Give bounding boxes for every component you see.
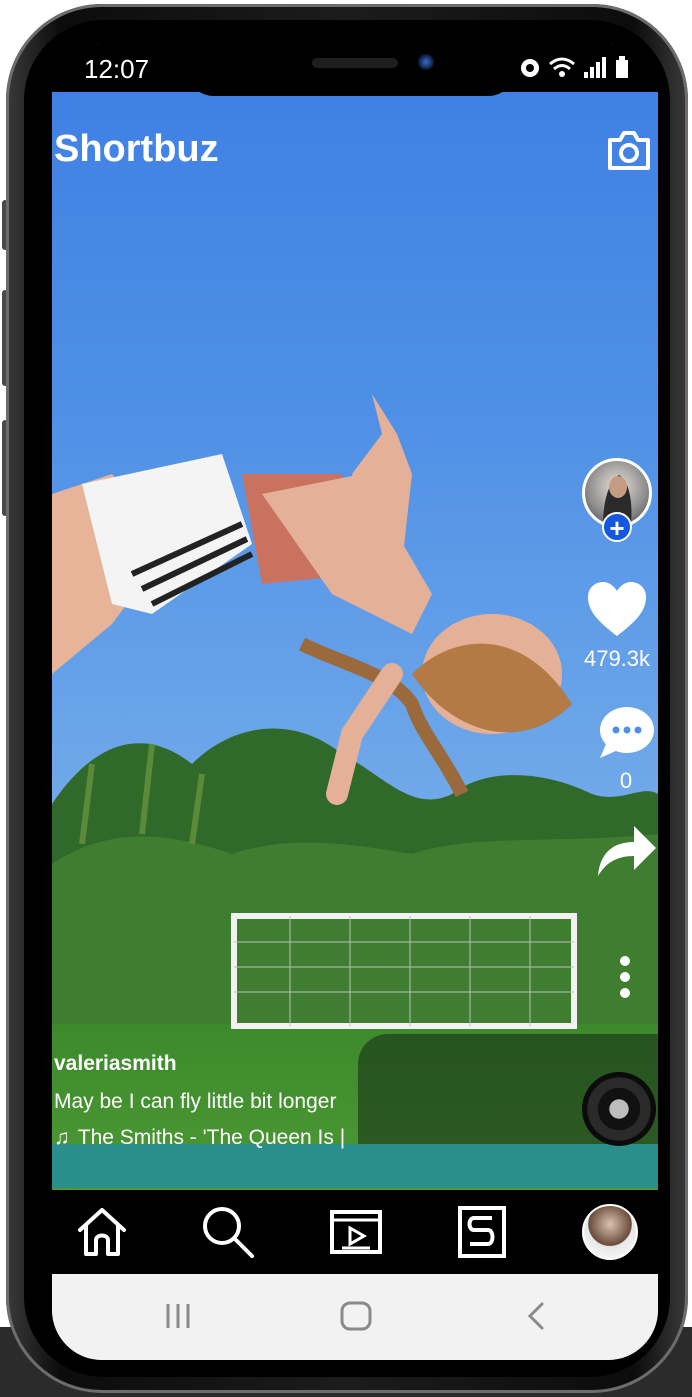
more-dot [620,956,630,966]
home-button-icon[interactable] [336,1300,376,1332]
status-icons [521,56,628,78]
alarm-icon [521,59,539,77]
more-options-icon[interactable] [616,954,636,1000]
back-icon[interactable] [516,1300,556,1332]
video-feed[interactable] [52,44,658,1360]
like-heart-icon[interactable] [586,580,648,638]
video-caption: May be I can fly little bit longer [54,1090,337,1113]
share-arrow-icon[interactable] [596,822,658,878]
more-dot [620,988,630,998]
like-count: 479.3k [583,646,651,671]
music-title: The Smiths - 'The Queen Is | [77,1126,346,1149]
gymnast-figure [52,394,572,805]
signal-icon [584,57,606,78]
recent-apps-icon[interactable] [158,1300,198,1332]
profile-avatar[interactable] [582,1204,638,1260]
follow-button[interactable]: + [602,512,632,542]
more-dot [620,972,630,982]
battery-icon [616,56,628,78]
front-camera-lens [418,54,434,70]
search-icon[interactable] [200,1204,256,1260]
system-nav-bar [52,1274,658,1360]
video-icon[interactable] [328,1204,384,1260]
phone-speaker [312,58,398,68]
home-icon[interactable] [74,1204,130,1260]
music-disc-icon[interactable] [582,1072,656,1146]
comment-icon[interactable] [596,704,656,760]
camera-icon[interactable] [606,128,652,172]
video-username[interactable]: valeriasmith [54,1052,177,1076]
bottom-nav [52,1190,658,1274]
music-note-icon: ♫ [54,1126,70,1149]
soccer-goal [231,913,577,1029]
wifi-icon [549,57,575,77]
music-track[interactable]: ♫ The Smiths - 'The Queen Is | [54,1126,345,1150]
trampoline [52,1144,658,1188]
phone-notch [186,40,516,96]
app-title: Shortbuz [54,128,219,170]
shorts-icon[interactable] [454,1204,510,1260]
comment-count: 0 [619,768,633,793]
status-time: 12:07 [84,54,150,84]
